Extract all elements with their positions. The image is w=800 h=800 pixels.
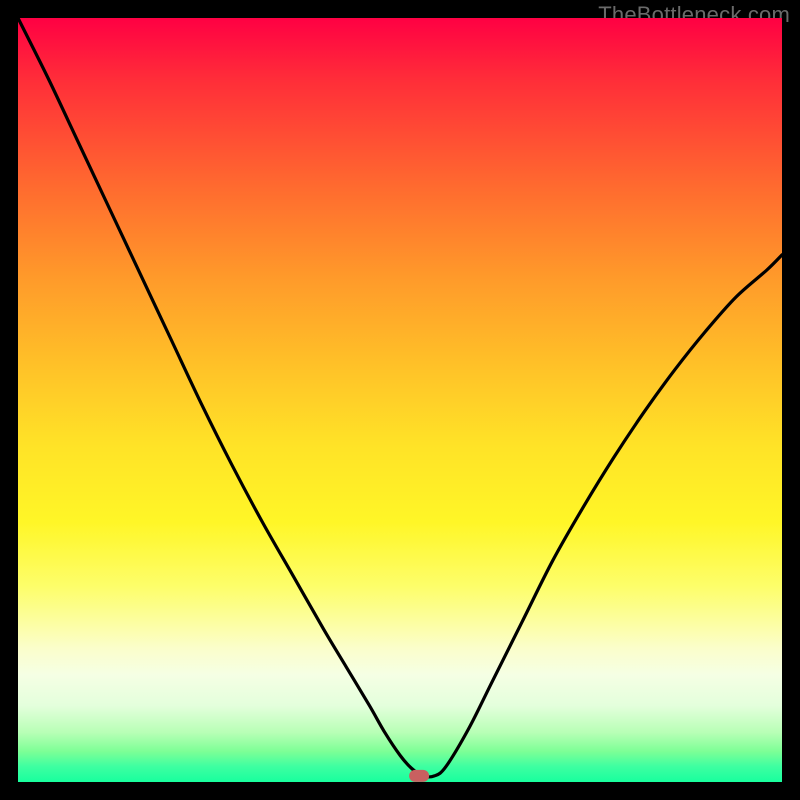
plot-area — [18, 18, 782, 782]
bottleneck-curve — [18, 18, 782, 777]
chart-svg — [18, 18, 782, 782]
chart-frame: TheBottleneck.com — [0, 0, 800, 800]
min-marker — [409, 770, 429, 782]
